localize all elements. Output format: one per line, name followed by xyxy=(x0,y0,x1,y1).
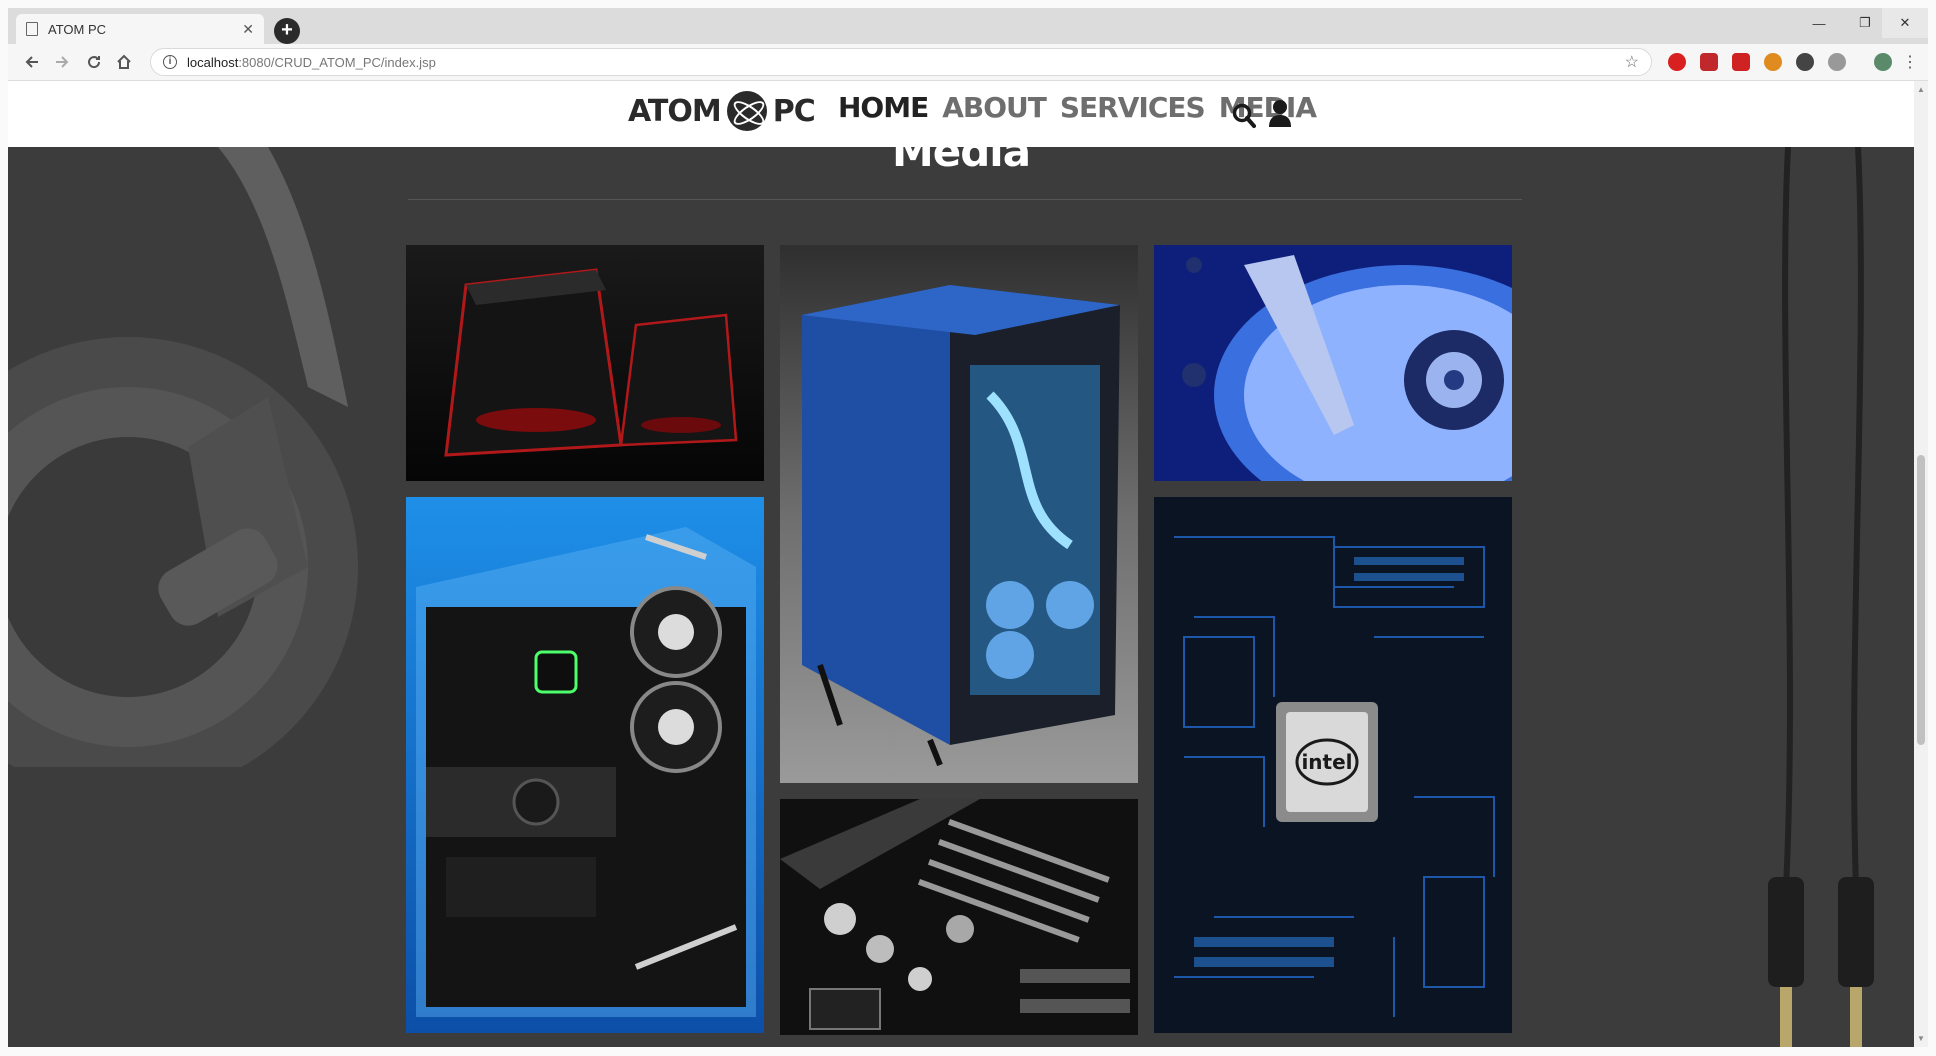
scrollbar-thumb[interactable] xyxy=(1917,455,1925,745)
extension-sync-icon[interactable] xyxy=(1796,53,1814,71)
tab-close-icon[interactable]: ✕ xyxy=(242,21,254,38)
url-path: :8080/CRUD_ATOM_PC/index.jsp xyxy=(238,54,436,70)
tab-title: ATOM PC xyxy=(48,21,107,37)
profile-avatar[interactable] xyxy=(1874,53,1892,71)
forward-arrow-icon xyxy=(56,56,69,68)
scroll-down-icon[interactable]: ▼ xyxy=(1917,1034,1925,1043)
site-info-icon[interactable]: i xyxy=(163,55,177,69)
gallery-tile-6[interactable] xyxy=(780,799,1138,1035)
home-button[interactable] xyxy=(112,50,136,74)
browser-window: ATOM PC ✕ + — ❐ ✕ i localhost:8080/CRUD_… xyxy=(0,0,1936,1056)
user-account-icon[interactable] xyxy=(1268,99,1292,127)
page-scrollbar[interactable]: ▲ ▼ xyxy=(1914,81,1928,1047)
intel-logo-text: intel xyxy=(1301,750,1352,774)
extension-stop-icon[interactable] xyxy=(1668,53,1686,71)
search-icon[interactable] xyxy=(1232,103,1256,129)
home-icon xyxy=(117,54,131,69)
scroll-up-icon[interactable]: ▲ xyxy=(1917,85,1925,94)
nav-item-services[interactable]: SERVICES xyxy=(1060,91,1206,124)
close-window-button[interactable]: ✕ xyxy=(1882,8,1928,38)
title-bar: ATOM PC ✕ + — ❐ ✕ xyxy=(8,8,1928,44)
browser-tab[interactable]: ATOM PC ✕ xyxy=(16,14,264,44)
section-divider xyxy=(408,199,1522,200)
gallery-tile-2[interactable] xyxy=(780,245,1138,783)
reload-icon xyxy=(88,56,101,69)
page-icon xyxy=(26,22,38,36)
logo-text-atom: ATOM xyxy=(628,93,722,129)
hard-drive-platter-image xyxy=(1154,245,1512,481)
extension-tools-icon[interactable] xyxy=(1764,53,1782,71)
gallery-tile-5[interactable]: intel xyxy=(1154,497,1512,1033)
gallery-tile-1[interactable] xyxy=(406,245,764,481)
motherboard-closeup-image xyxy=(780,799,1138,1035)
back-button[interactable] xyxy=(20,50,44,74)
forward-button[interactable] xyxy=(50,50,74,74)
atom-icon xyxy=(726,91,767,131)
headphones-decoration-image xyxy=(8,147,408,767)
extension-adblock-icon[interactable] xyxy=(1700,53,1718,71)
extension-video-icon[interactable] xyxy=(1732,53,1750,71)
browser-toolbar: i localhost:8080/CRUD_ATOM_PC/index.jsp … xyxy=(8,44,1928,81)
address-bar[interactable]: i localhost:8080/CRUD_ATOM_PC/index.jsp … xyxy=(150,48,1652,76)
section-title: Media xyxy=(891,127,1031,176)
intel-cpu-motherboard-image: intel xyxy=(1154,497,1512,1033)
extension-mail-icon[interactable] xyxy=(1828,53,1846,71)
browser-menu-icon[interactable]: ⋮ xyxy=(1902,52,1918,72)
gallery-tile-4[interactable] xyxy=(406,497,764,1033)
back-arrow-icon xyxy=(25,56,38,68)
new-tab-button[interactable]: + xyxy=(274,18,300,44)
gaming-pc-towers-image xyxy=(406,245,764,481)
open-frame-build-image xyxy=(406,497,764,1033)
nav-item-home[interactable]: HOME xyxy=(838,91,929,124)
bookmark-star-icon[interactable]: ☆ xyxy=(1625,52,1639,72)
nav-item-about[interactable]: ABOUT xyxy=(942,91,1047,124)
audio-cable-decoration-image xyxy=(1748,147,1914,1047)
reload-button[interactable] xyxy=(82,50,106,74)
site-logo[interactable]: ATOM PC xyxy=(628,91,816,131)
web-page: ATOM PC HOME ABOUT SERVICES MEDIA Media xyxy=(8,81,1914,1047)
blue-liquid-cooled-case-image xyxy=(780,245,1138,783)
gallery-tile-3[interactable] xyxy=(1154,245,1512,481)
minimize-button[interactable]: — xyxy=(1796,8,1842,38)
url-host: localhost xyxy=(187,54,239,70)
logo-text-pc: PC xyxy=(772,93,816,129)
